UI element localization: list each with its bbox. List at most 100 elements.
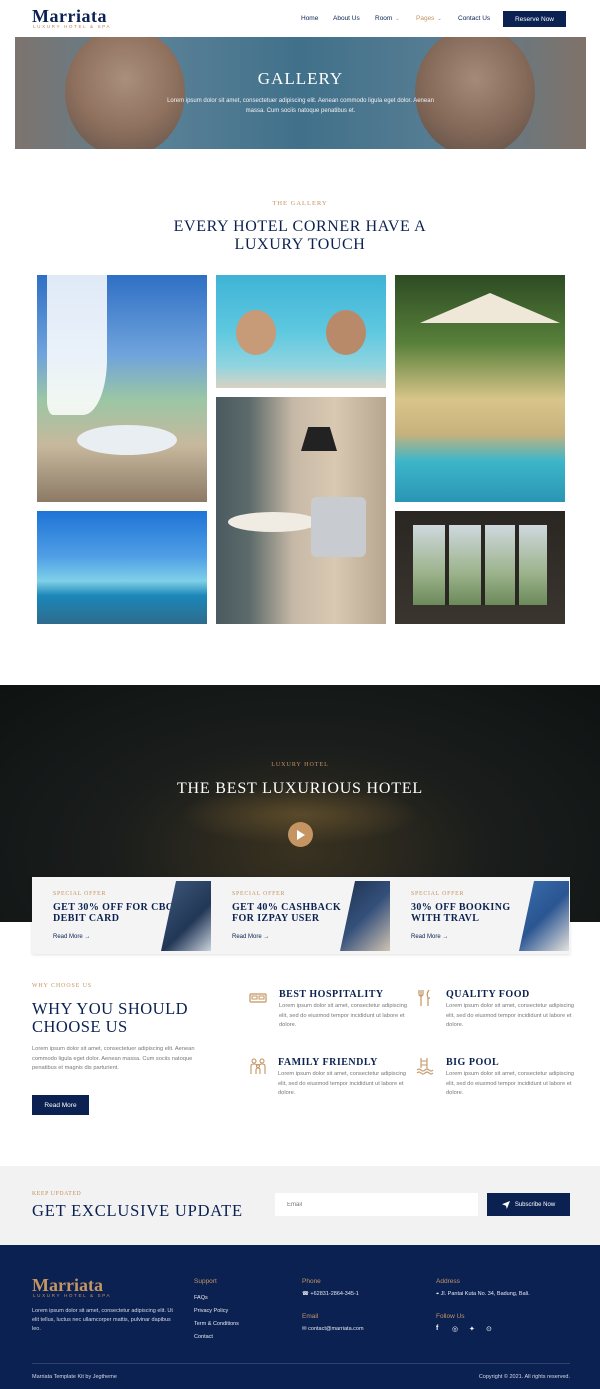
cutlery-icon <box>418 989 430 1006</box>
send-icon <box>501 1200 510 1209</box>
curtain-shape <box>47 275 107 415</box>
footer-phone-value: +62831-2864-345-1 <box>310 1291 359 1297</box>
chair-shape <box>311 497 366 557</box>
footer-link-terms[interactable]: Term & Conditions <box>194 1321 239 1327</box>
footer-support-heading: Support <box>194 1278 217 1285</box>
feature-title: FAMILY FRIENDLY <box>278 1057 378 1068</box>
offer-card[interactable]: SPECIAL OFFER 30% OFF BOOKING WITH TRAVL… <box>390 877 569 954</box>
reserve-now-button[interactable]: Reserve Now <box>503 11 566 27</box>
arrow-right-icon: → <box>84 934 91 940</box>
footer-link-faqs[interactable]: FAQs <box>194 1295 208 1301</box>
arrow-right-icon: → <box>442 934 449 940</box>
footer-email-value: contact@marriata.com <box>308 1326 364 1332</box>
twitter-icon[interactable]: ✦ <box>469 1325 475 1333</box>
gallery-photo-cabana[interactable] <box>37 275 207 502</box>
footer-address-heading: Address <box>436 1278 460 1285</box>
nav-pages[interactable]: Pages ⌄ <box>416 15 442 22</box>
footer-credit: Marriata Template Kit by Jegtheme <box>32 1374 117 1380</box>
arrow-right-icon: → <box>263 934 270 940</box>
nav-pages-label: Pages <box>416 15 435 22</box>
subscribe-button[interactable]: Subscribe Now <box>487 1193 570 1216</box>
location-pin-icon: ⌖ <box>436 1291 440 1297</box>
gallery-kicker: THE GALLERY <box>272 200 328 207</box>
nav-room-label: Room <box>375 15 393 22</box>
offer-kicker: SPECIAL OFFER <box>53 891 107 897</box>
mail-icon: ✉ <box>302 1326 307 1332</box>
offer-read-more-link[interactable]: Read More → <box>411 934 448 940</box>
offer-title: GET 40% CASHBACK FOR IZPAY USER <box>232 902 342 924</box>
gallery-photo-ocean-view[interactable] <box>37 511 207 624</box>
hero-overlay <box>15 37 586 149</box>
gallery-photo-poolside-loungers[interactable] <box>395 275 565 502</box>
why-kicker: WHY CHOOSE US <box>32 983 93 989</box>
gallery-photo-window-view[interactable] <box>395 511 565 624</box>
feature-title: BEST HOSPITALITY <box>279 989 384 1000</box>
feature-title: QUALITY FOOD <box>446 989 530 1000</box>
feature-description: Lorem ipsum dolor sit amet, consectetur … <box>446 1071 575 1096</box>
play-icon <box>297 829 305 840</box>
chevron-down-icon: ⌄ <box>395 16 400 22</box>
table-shape <box>77 425 177 455</box>
feature-description: Lorem ipsum dolor sit amet, consectetur … <box>278 1071 407 1096</box>
feature-description: Lorem ipsum dolor sit amet, consectetur … <box>279 1003 408 1028</box>
family-icon <box>250 1058 266 1074</box>
footer-link-privacy[interactable]: Privacy Policy <box>194 1308 228 1314</box>
footer-copyright: Copyright © 2021. All rights reserved. <box>478 1374 570 1380</box>
newsletter-title: GET EXCLUSIVE UPDATE <box>32 1201 243 1220</box>
play-video-button[interactable] <box>288 822 313 847</box>
offer-image-phone <box>340 881 390 951</box>
why-description: Lorem ipsum dolor sit amet, consectetuer… <box>32 1046 195 1071</box>
newsletter-kicker: KEEP UPDATED <box>32 1191 82 1197</box>
window-frame <box>515 525 519 605</box>
gallery-photo-pool-friends[interactable] <box>216 275 386 388</box>
video-title: THE BEST LUXURIOUS HOTEL <box>176 780 423 797</box>
feature-title: BIG POOL <box>446 1057 500 1068</box>
footer-phone-heading: Phone <box>302 1278 321 1285</box>
tripadvisor-icon[interactable]: ⊙ <box>486 1325 492 1333</box>
gallery-photo-room-breakfast[interactable] <box>216 397 386 624</box>
nav-room[interactable]: Room ⌄ <box>375 15 400 22</box>
umbrella-shape <box>420 293 560 323</box>
nav-contact[interactable]: Contact Us <box>458 15 490 22</box>
special-offers: SPECIAL OFFER GET 30% OFF FOR CBC DEBIT … <box>32 877 570 954</box>
footer-phone[interactable]: ☎ +62831-2864-345-1 <box>302 1291 359 1297</box>
footer-address-value: Jl. Pantai Kuta No. 34, Badung, Bali. <box>440 1291 530 1297</box>
footer-email-heading: Email <box>302 1313 319 1320</box>
pool-icon <box>416 1058 434 1075</box>
offer-kicker: SPECIAL OFFER <box>411 891 465 897</box>
hero-description: Lorem ipsum dolor sit amet, consectetuer… <box>167 98 434 114</box>
footer-follow-heading: Follow Us <box>436 1313 465 1320</box>
nav-home[interactable]: Home <box>301 15 318 22</box>
chevron-down-icon: ⌄ <box>437 16 442 22</box>
offer-card[interactable]: SPECIAL OFFER GET 30% OFF FOR CBC DEBIT … <box>32 877 211 954</box>
offer-read-more-link[interactable]: Read More → <box>53 934 90 940</box>
why-title: WHY YOU SHOULD CHOOSE US <box>32 999 189 1036</box>
footer-link-contact[interactable]: Contact <box>194 1334 213 1340</box>
instagram-icon[interactable]: ◎ <box>452 1325 458 1333</box>
offer-image-travel <box>519 881 569 951</box>
subscribe-label: Subscribe Now <box>514 1201 556 1208</box>
site-header: Marriata LUXURY HOTEL & SPA Home About U… <box>0 0 600 36</box>
phone-icon: ☎ <box>302 1291 309 1297</box>
video-kicker: LUXURY HOTEL <box>271 762 329 768</box>
table-shape <box>228 512 318 532</box>
facebook-icon[interactable]: f <box>436 1325 438 1332</box>
nav-about[interactable]: About Us <box>333 15 360 22</box>
offer-image-card <box>161 881 211 951</box>
offer-read-more-link[interactable]: Read More → <box>232 934 269 940</box>
footer-address: ⌖ Jl. Pantai Kuta No. 34, Badung, Bali. <box>436 1291 530 1298</box>
footer-email[interactable]: ✉ contact@marriata.com <box>302 1326 364 1332</box>
feature-description: Lorem ipsum dolor sit amet, consectetur … <box>446 1003 575 1028</box>
lamp-shape <box>301 427 337 451</box>
footer-description: Lorem ipsum dolor sit amet, consectetur … <box>32 1308 173 1332</box>
bed-icon <box>249 993 267 1003</box>
person-shape <box>326 310 366 355</box>
offer-card[interactable]: SPECIAL OFFER GET 40% CASHBACK FOR IZPAY… <box>211 877 390 954</box>
page-title: GALLERY <box>257 69 344 88</box>
window-frame <box>481 525 485 605</box>
why-read-more-button[interactable]: Read More <box>32 1095 89 1115</box>
email-input[interactable] <box>275 1193 478 1216</box>
person-shape <box>236 310 276 355</box>
brand-tagline: LUXURY HOTEL & SPA <box>33 24 112 29</box>
window-frame <box>445 525 449 605</box>
